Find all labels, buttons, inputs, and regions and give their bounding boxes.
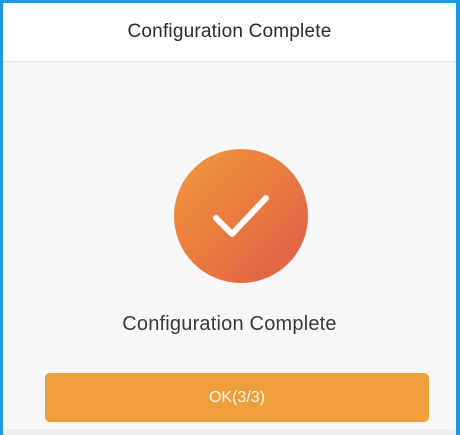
dialog-header: Configuration Complete xyxy=(3,3,456,62)
status-message: Configuration Complete xyxy=(122,313,337,335)
dialog-title: Configuration Complete xyxy=(127,21,332,42)
checkmark-icon xyxy=(213,195,269,237)
ok-button[interactable]: OK(3/3) xyxy=(45,373,429,422)
bottom-divider xyxy=(3,429,456,435)
success-badge xyxy=(174,149,308,283)
dialog-frame: Configuration Complete Configuration Com… xyxy=(0,0,460,435)
